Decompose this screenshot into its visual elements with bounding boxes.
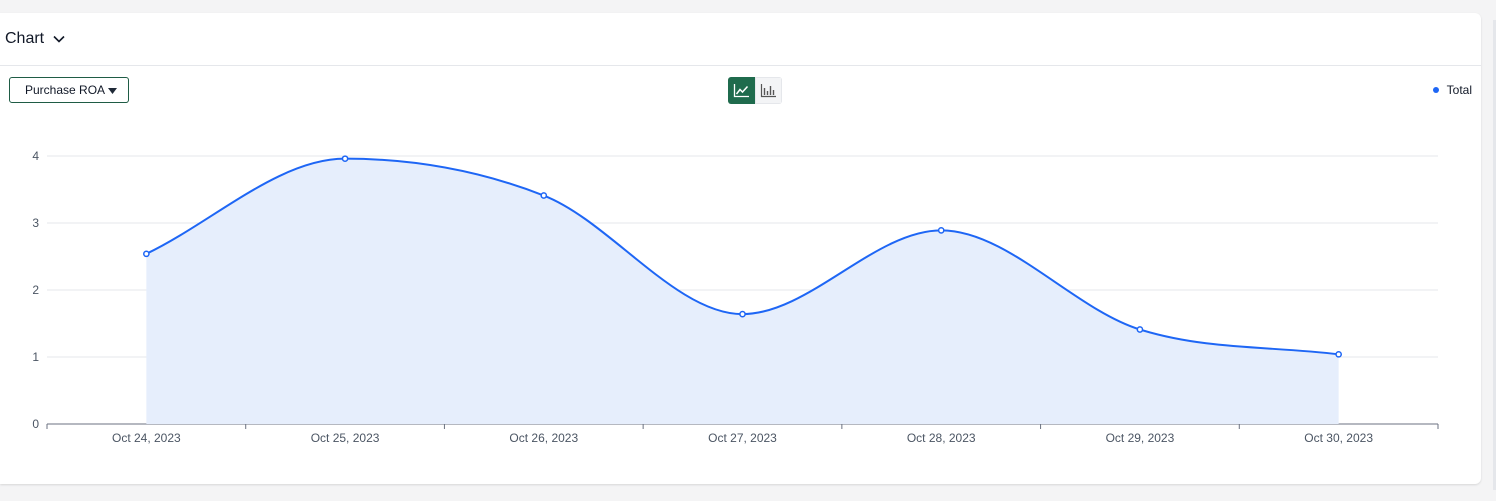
data-point[interactable] [937, 227, 945, 234]
x-tick-label: Oct 25, 2023 [311, 431, 380, 445]
data-point[interactable] [341, 155, 349, 163]
x-tick-label: Oct 29, 2023 [1106, 431, 1175, 445]
area-chart: 0 1 2 3 4 Oct 24, 2023 Oct 25, 2023 Oct 26, 202… [32, 149, 1439, 445]
x-tick-label: Oct 27, 2023 [708, 431, 777, 445]
y-tick-label: 3 [32, 216, 39, 230]
series-area-total [146, 158, 1339, 424]
data-point[interactable] [1335, 350, 1342, 358]
y-tick-label: 4 [32, 149, 39, 163]
x-tick-label: Oct 24, 2023 [112, 431, 181, 445]
y-tick-label: 0 [32, 417, 39, 431]
x-tick-label: Oct 28, 2023 [907, 431, 976, 445]
data-point[interactable] [540, 192, 548, 199]
x-tick-label: Oct 30, 2023 [1304, 431, 1373, 445]
y-tick-label: 1 [32, 350, 39, 364]
x-tick-label: Oct 26, 2023 [509, 431, 578, 445]
data-point[interactable] [143, 250, 150, 258]
data-point[interactable] [739, 310, 746, 318]
y-tick-label: 2 [32, 283, 39, 297]
data-point[interactable] [1136, 326, 1144, 333]
